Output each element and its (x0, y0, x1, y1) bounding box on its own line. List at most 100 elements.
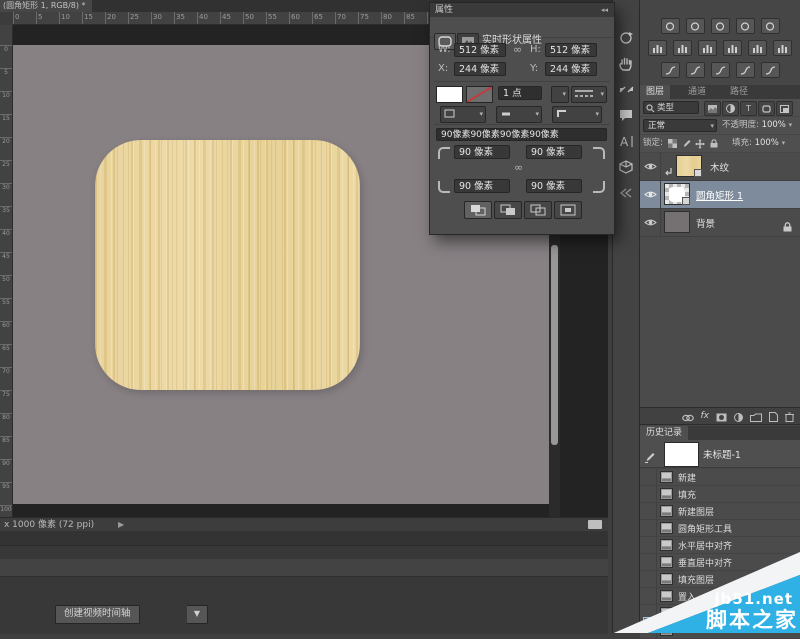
vertical-ruler[interactable]: 0510152025303540455055606570758085909510… (0, 25, 13, 517)
adjustment-icon[interactable] (736, 18, 755, 34)
adjustment-icon[interactable] (648, 40, 667, 56)
3d-tool-icon[interactable] (613, 154, 639, 180)
link-radius-icon[interactable]: ∞ (514, 161, 523, 174)
adjustment-filter-icon[interactable] (722, 101, 739, 116)
fill-control[interactable]: 填充: 100% ▾ (732, 137, 785, 150)
history-brush-source-icon[interactable] (644, 448, 655, 467)
blend-mode-dropdown[interactable]: 正常▾ (643, 119, 717, 132)
adjustment-icon[interactable] (711, 18, 730, 34)
history-source-cell[interactable] (640, 486, 657, 502)
history-step-row[interactable]: 新建 (640, 469, 800, 486)
history-step-row[interactable]: 新建图层 (640, 503, 800, 520)
history-snapshot-row[interactable]: 未标题-1 (640, 440, 800, 468)
layer-row-rounded-rectangle[interactable]: 圆角矩形 1 (640, 181, 800, 209)
history-step-row[interactable]: 圆角矩形工具 (640, 520, 800, 537)
scrollbar-thumb[interactable] (551, 245, 558, 445)
shape-operation-button-3[interactable] (524, 201, 552, 219)
collapse-panel-icon[interactable]: ◂◂ (601, 3, 608, 17)
adjustment-icon[interactable] (661, 62, 680, 78)
type-tool-icon[interactable]: A (613, 128, 639, 154)
adjustment-icon[interactable] (761, 62, 780, 78)
adjustment-icon[interactable] (661, 18, 680, 34)
visibility-eye-icon[interactable] (640, 153, 661, 180)
adjustment-icon[interactable] (773, 40, 792, 56)
rounded-rectangle-shape[interactable] (95, 140, 360, 390)
lock-all-icon[interactable] (708, 137, 720, 150)
stroke-align-dropdown[interactable]: ▾ (440, 106, 486, 123)
history-source-cell[interactable] (640, 520, 657, 536)
layer-thumbnail-background[interactable] (664, 211, 690, 233)
lock-transparent-icon[interactable] (666, 137, 678, 150)
radius-summary-field[interactable]: 90像素90像素90像素90像素 (436, 128, 607, 141)
tab-paths[interactable]: 路径 (724, 85, 754, 99)
delete-layer-icon[interactable] (785, 407, 794, 426)
radius-bottom-right-field[interactable]: 90 像素 (526, 179, 582, 193)
adjustment-icon[interactable] (698, 40, 717, 56)
stroke-type-dropdown[interactable]: ▾ (571, 86, 607, 103)
layer-row-background[interactable]: 背景 (640, 209, 800, 237)
layer-thumbnail-shape[interactable] (664, 183, 690, 205)
hand-tool-icon[interactable] (613, 50, 639, 76)
note-tool-icon[interactable] (613, 102, 639, 128)
tab-channels[interactable]: 通道 (682, 85, 712, 99)
radius-top-left-field[interactable]: 90 像素 (454, 145, 510, 159)
rotate-view-icon[interactable] (613, 24, 639, 50)
adjustment-layer-icon[interactable] (734, 407, 743, 426)
stroke-color-swatch[interactable] (466, 86, 493, 103)
history-step-row[interactable]: 置入 (640, 588, 800, 605)
tab-layers[interactable]: 图层 (640, 85, 670, 99)
shape-operation-button-1[interactable] (464, 201, 492, 219)
adjustment-icon[interactable] (723, 40, 742, 56)
lock-position-icon[interactable] (694, 137, 706, 150)
history-source-cell[interactable] (640, 571, 657, 587)
document-tab[interactable]: (圆角矩形 1, RGB/8) * (0, 0, 92, 12)
radius-top-right-field[interactable]: 90 像素 (526, 145, 582, 159)
layer-group-icon[interactable] (750, 407, 762, 426)
new-layer-icon[interactable] (769, 407, 778, 426)
properties-titlebar[interactable]: 属性 ◂◂ (430, 3, 614, 18)
link-layers-icon[interactable] (682, 407, 694, 426)
lock-paint-icon[interactable] (680, 137, 692, 150)
history-step-row[interactable]: 填充图层 (640, 571, 800, 588)
height-field[interactable]: 512 像素 (545, 43, 597, 57)
snapshot-thumbnail[interactable] (664, 442, 699, 467)
history-source-cell[interactable] (640, 503, 657, 519)
layer-filter-type-dropdown[interactable]: 类型 (643, 101, 699, 114)
history-source-cell[interactable] (640, 554, 657, 570)
shape-operation-button-4[interactable] (554, 201, 582, 219)
stroke-corners-dropdown[interactable]: ▾ (552, 106, 602, 123)
history-step-row[interactable]: 填充 (640, 486, 800, 503)
shape-filter-icon[interactable] (758, 101, 775, 116)
layer-thumbnail-wood[interactable] (676, 155, 702, 177)
pixel-filter-icon[interactable] (704, 101, 721, 116)
radius-bottom-left-field[interactable]: 90 像素 (454, 179, 510, 193)
smart-object-filter-icon[interactable] (776, 101, 793, 116)
history-step-row[interactable]: 水平居中对齐 (640, 537, 800, 554)
adjustment-icon[interactable] (761, 18, 780, 34)
adjustment-icon[interactable] (673, 40, 692, 56)
visibility-eye-icon[interactable] (640, 181, 661, 208)
y-field[interactable]: 244 像素 (545, 62, 597, 76)
stroke-caps-dropdown[interactable]: ▾ (496, 106, 542, 123)
history-source-cell[interactable] (640, 537, 657, 553)
adjustment-icon[interactable] (748, 40, 767, 56)
link-wh-icon[interactable]: ∞ (513, 43, 522, 56)
layer-row-wood[interactable]: 木纹 (640, 153, 800, 181)
stroke-width-dropdown[interactable]: ▾ (551, 86, 569, 103)
history-source-cell[interactable] (640, 469, 657, 485)
adjustment-icon[interactable] (711, 62, 730, 78)
x-field[interactable]: 244 像素 (454, 62, 506, 76)
layer-name[interactable]: 木纹 (710, 160, 729, 174)
adjustment-icon[interactable] (686, 62, 705, 78)
adjustment-icon[interactable] (736, 62, 755, 78)
fill-color-swatch[interactable] (436, 86, 463, 103)
shape-operation-button-2[interactable] (494, 201, 522, 219)
history-step-row[interactable]: 垂直居中对齐 (640, 554, 800, 571)
type-filter-icon[interactable]: T (740, 101, 757, 116)
stroke-width-field[interactable]: 1 点 (498, 86, 542, 100)
layer-style-icon[interactable]: fx (701, 411, 710, 421)
timeline-mode-dropdown[interactable]: ▼ (187, 605, 208, 624)
status-options-arrow-icon[interactable]: ▶ (118, 518, 124, 532)
layer-name[interactable]: 背景 (696, 216, 715, 230)
visibility-eye-icon[interactable] (640, 209, 661, 236)
